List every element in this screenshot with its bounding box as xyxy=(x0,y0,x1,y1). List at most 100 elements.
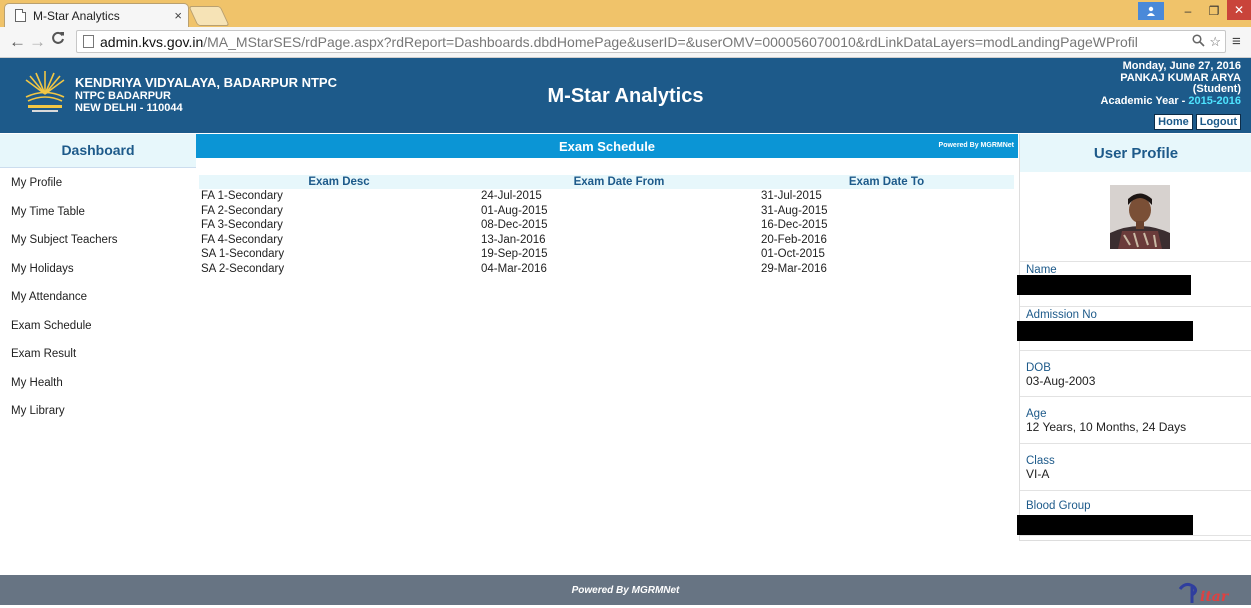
tab-title: M-Star Analytics xyxy=(33,8,120,23)
back-icon[interactable]: ← xyxy=(9,32,26,52)
table-row: FA 1-Secondary 24-Jul-2015 31-Jul-2015 xyxy=(199,189,1014,204)
sidebar-item-my-holidays[interactable]: My Holidays xyxy=(0,255,196,284)
powered-by-label: Powered By MGRMNet xyxy=(938,142,1014,149)
class-value: VI-A xyxy=(1026,467,1050,481)
footer-powered-by: Powered By MGRMNet xyxy=(571,585,680,596)
home-button[interactable]: Home xyxy=(1154,114,1193,130)
forward-icon[interactable]: → xyxy=(29,32,46,52)
table-row: FA 3-Secondary 08-Dec-2015 16-Dec-2015 xyxy=(199,218,1014,233)
exam-schedule-panel: Exam Schedule Powered By MGRMNet Exam De… xyxy=(196,134,1018,276)
date-to-cell: 31-Jul-2015 xyxy=(761,190,822,203)
minimize-button[interactable]: – xyxy=(1175,0,1201,22)
current-date: Monday, June 27, 2016 xyxy=(1122,60,1241,72)
user-profile-panel: User Profile Name Admission No DOB 03-Au… xyxy=(1017,134,1251,541)
app-title: M-Star Analytics xyxy=(547,85,704,107)
exam-desc-cell: FA 2-Secondary xyxy=(201,204,283,217)
zoom-icon[interactable] xyxy=(1192,33,1205,50)
profile-field-blood-group: Blood Group xyxy=(1017,491,1251,536)
date-from-cell: 19-Sep-2015 xyxy=(481,248,548,261)
academic-year-value: 2015-2016 xyxy=(1188,94,1241,107)
date-to-cell: 31-Aug-2015 xyxy=(761,204,828,217)
user-info: Monday, June 27, 2016 PANKAJ KUMAR ARYA … xyxy=(1100,60,1241,108)
dashboard-sidebar: Dashboard My Profile My Time Table My Su… xyxy=(0,134,196,424)
column-header-exam-desc: Exam Desc xyxy=(199,175,479,189)
sidebar-item-my-attendance[interactable]: My Attendance xyxy=(0,283,196,312)
date-from-cell: 24-Jul-2015 xyxy=(481,190,542,203)
date-to-cell: 01-Oct-2015 xyxy=(761,248,825,261)
profile-field-age: Age 12 Years, 10 Months, 24 Days xyxy=(1020,397,1251,444)
exam-desc-cell: SA 2-Secondary xyxy=(201,262,285,275)
date-from-cell: 01-Aug-2015 xyxy=(481,204,548,217)
exam-desc-cell: FA 3-Secondary xyxy=(201,219,283,232)
close-window-button[interactable]: ✕ xyxy=(1227,0,1251,20)
sidebar-item-my-library[interactable]: My Library xyxy=(0,397,196,426)
url-host: admin.kvs.gov.in xyxy=(100,33,204,50)
page-icon xyxy=(15,9,26,22)
exam-schedule-table: Exam Desc Exam Date From Exam Date To FA… xyxy=(199,175,1014,276)
svg-text:itar: itar xyxy=(1200,589,1230,605)
column-header-date-from: Exam Date From xyxy=(479,175,759,189)
academic-year: Academic Year - 2015-2016 xyxy=(1100,94,1241,108)
mstar-logo: itar xyxy=(1178,579,1238,605)
profile-photo-section xyxy=(1020,172,1251,262)
table-row: SA 1-Secondary 19-Sep-2015 01-Oct-2015 xyxy=(199,247,1014,262)
profile-field-class: Class VI-A xyxy=(1020,444,1251,491)
profile-field-dob: DOB 03-Aug-2003 xyxy=(1020,351,1251,397)
sidebar-item-my-health[interactable]: My Health xyxy=(0,369,196,398)
date-to-cell: 16-Dec-2015 xyxy=(761,219,828,232)
browser-toolbar: ← → admin.kvs.gov.in /MA_MStarSES/rdPage… xyxy=(0,27,1251,58)
date-to-cell: 20-Feb-2016 xyxy=(761,233,827,246)
date-from-cell: 04-Mar-2016 xyxy=(481,262,547,275)
user-profile-title: User Profile xyxy=(1020,134,1251,172)
address-bar[interactable]: admin.kvs.gov.in /MA_MStarSES/rdPage.asp… xyxy=(76,30,1226,53)
table-row: FA 4-Secondary 13-Jan-2016 20-Feb-2016 xyxy=(199,233,1014,248)
age-value: 12 Years, 10 Months, 24 Days xyxy=(1026,420,1187,434)
exam-schedule-header: Exam Schedule Powered By MGRMNet xyxy=(196,134,1018,158)
admission-label: Admission No xyxy=(1026,309,1097,321)
bookmark-star-icon[interactable]: ☆ xyxy=(1209,34,1221,50)
sidebar-item-exam-schedule[interactable]: Exam Schedule xyxy=(0,312,196,341)
column-header-date-to: Exam Date To xyxy=(759,175,1014,189)
name-label: Name xyxy=(1026,264,1057,276)
profile-field-admission: Admission No xyxy=(1017,307,1251,351)
date-from-cell: 13-Jan-2016 xyxy=(481,233,546,246)
exam-schedule-title: Exam Schedule xyxy=(558,139,656,154)
exam-desc-cell: FA 4-Secondary xyxy=(201,233,283,246)
url-path: /MA_MStarSES/rdPage.aspx?rdReport=Dashbo… xyxy=(203,33,1138,50)
profile-field-name: Name xyxy=(1017,262,1251,307)
class-label: Class xyxy=(1026,455,1055,467)
chrome-menu-icon[interactable]: ≡ xyxy=(1232,33,1241,50)
user-icon[interactable] xyxy=(1138,2,1164,20)
redacted-blood-group xyxy=(1017,515,1193,535)
browser-tabstrip: M-Star Analytics × – ❐ ✕ xyxy=(0,0,1251,27)
profile-photo xyxy=(1110,185,1170,249)
table-row: SA 2-Secondary 04-Mar-2016 29-Mar-2016 xyxy=(199,262,1014,277)
exam-desc-cell: SA 1-Secondary xyxy=(201,248,285,261)
sidebar-title: Dashboard xyxy=(0,134,196,168)
sidebar-item-my-time-table[interactable]: My Time Table xyxy=(0,198,196,227)
browser-tab[interactable]: M-Star Analytics × xyxy=(4,3,189,27)
tab-close-icon[interactable]: × xyxy=(174,8,182,23)
dob-value: 03-Aug-2003 xyxy=(1026,374,1096,388)
new-tab-button[interactable] xyxy=(188,6,230,26)
age-label: Age xyxy=(1026,408,1047,420)
date-to-cell: 29-Mar-2016 xyxy=(761,262,827,275)
logout-button[interactable]: Logout xyxy=(1195,114,1241,130)
blood-group-label: Blood Group xyxy=(1026,500,1091,512)
sidebar-item-my-profile[interactable]: My Profile xyxy=(0,169,196,198)
table-row: FA 2-Secondary 01-Aug-2015 31-Aug-2015 xyxy=(199,204,1014,219)
page-footer: Powered By MGRMNet itar xyxy=(0,575,1251,605)
site-header: KENDRIYA VIDYALAYA, BADARPUR NTPC NTPC B… xyxy=(0,58,1251,133)
redacted-admission-number xyxy=(1017,321,1193,341)
table-header-row: Exam Desc Exam Date From Exam Date To xyxy=(199,175,1014,189)
sidebar-item-exam-result[interactable]: Exam Result xyxy=(0,340,196,369)
reload-icon[interactable] xyxy=(51,31,65,50)
page-icon xyxy=(83,35,94,48)
redacted-name xyxy=(1017,275,1191,295)
exam-desc-cell: FA 1-Secondary xyxy=(201,190,283,203)
dob-label: DOB xyxy=(1026,362,1051,374)
sidebar-item-my-subject-teachers[interactable]: My Subject Teachers xyxy=(0,226,196,255)
date-from-cell: 08-Dec-2015 xyxy=(481,219,548,232)
maximize-button[interactable]: ❐ xyxy=(1201,0,1227,22)
academic-year-label: Academic Year - xyxy=(1100,94,1189,107)
